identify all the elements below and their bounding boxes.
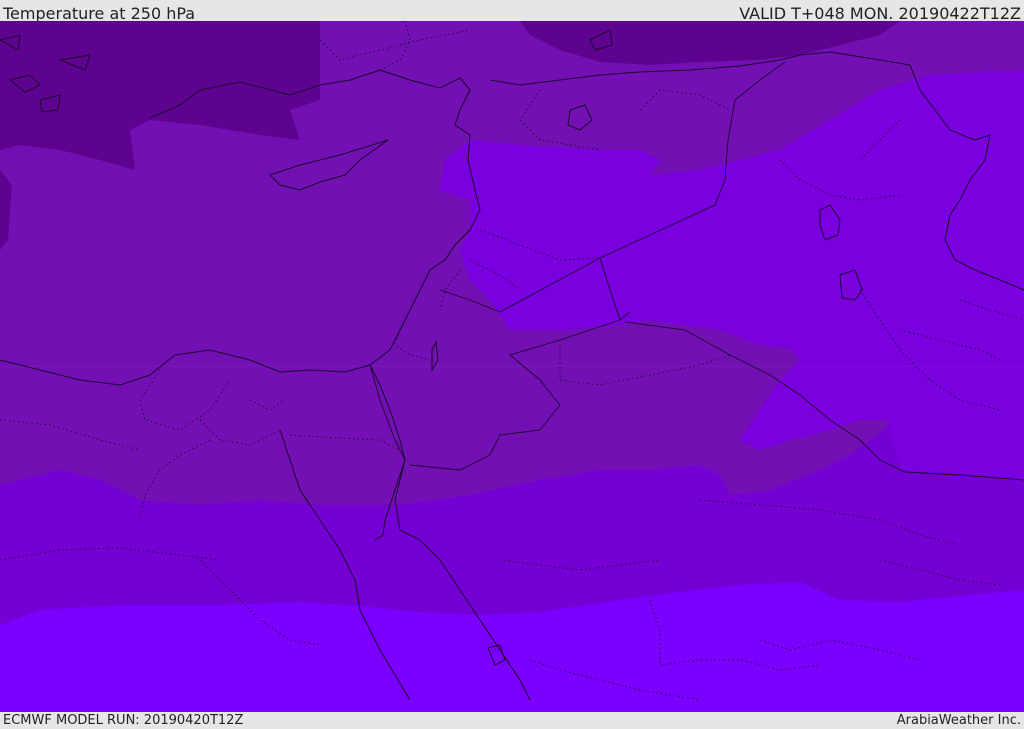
footer-bar: ECMWF MODEL RUN: 20190420T12Z ArabiaWeat… [0, 712, 1024, 729]
temperature-map [0, 21, 1024, 712]
credit-label: ArabiaWeather Inc. [896, 713, 1021, 728]
header-bar: Temperature at 250 hPa VALID T+048 MON. … [0, 0, 1024, 23]
map-area[interactable] [0, 21, 1024, 712]
model-run-label: ECMWF MODEL RUN: 20190420T12Z [3, 713, 244, 728]
